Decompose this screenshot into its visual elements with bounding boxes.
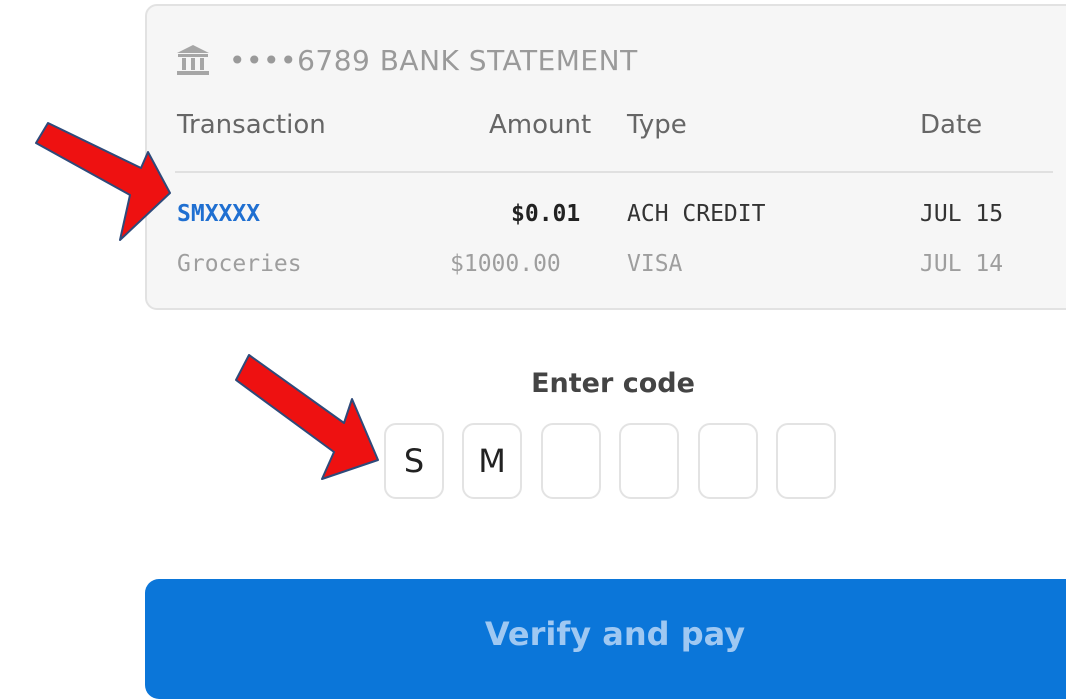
arrow-to-descriptor-icon [35, 122, 171, 241]
arrow-to-code-icon [235, 354, 379, 480]
annotation-arrows [35, 122, 379, 480]
